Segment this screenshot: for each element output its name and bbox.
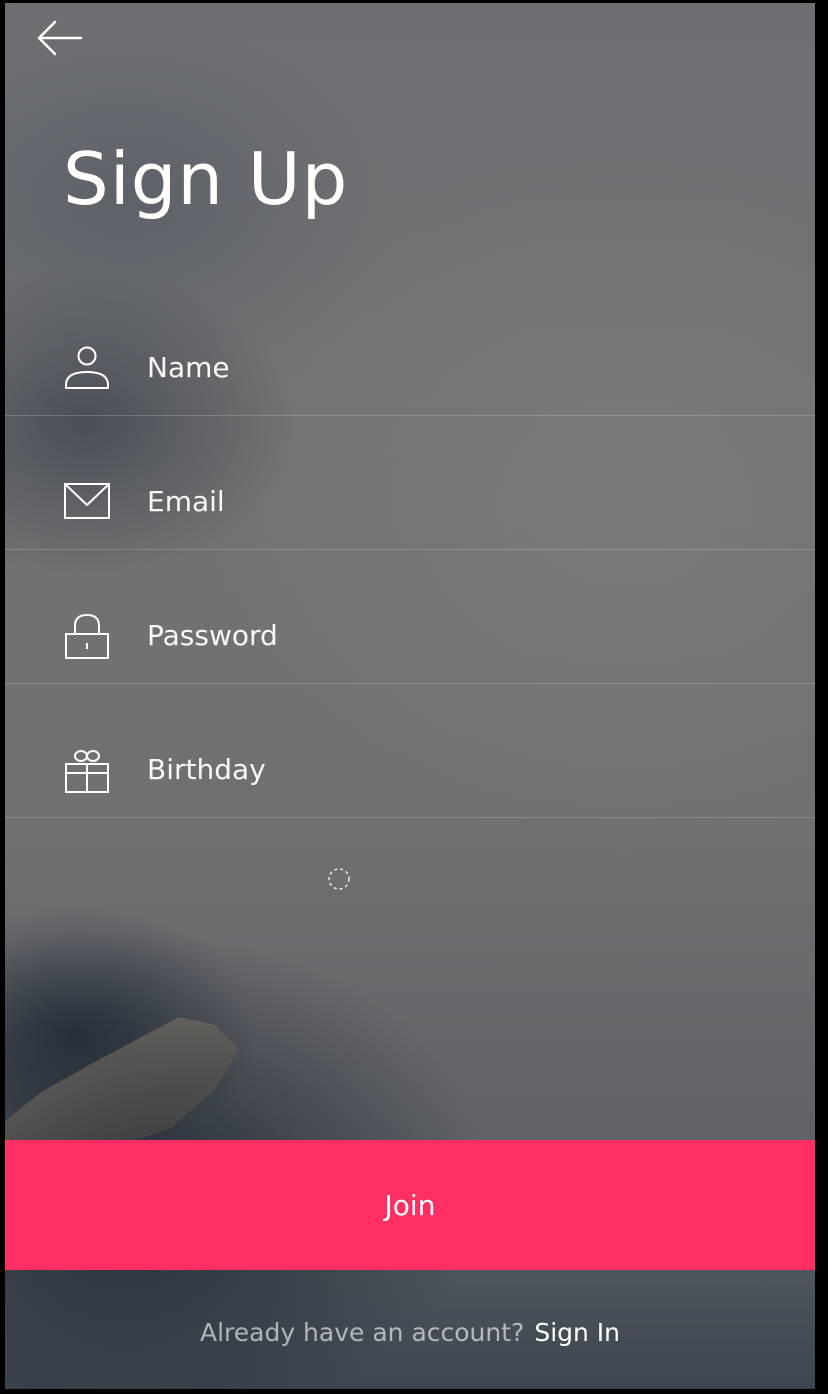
lock-icon (63, 612, 111, 660)
email-input[interactable] (147, 479, 767, 523)
envelope-icon (63, 478, 111, 526)
user-icon (63, 344, 111, 392)
sign-in-link[interactable]: Sign In (534, 1318, 620, 1347)
birthday-input[interactable] (147, 747, 767, 791)
sign-up-screen: Sign Up Name Email Birthday Join Already… (5, 3, 815, 1389)
password-row (5, 551, 815, 684)
arrow-left-icon (37, 20, 83, 56)
join-button[interactable]: Join (5, 1140, 815, 1270)
page-title: Sign Up (63, 137, 349, 221)
account-prompt: Already have an account? (199, 1318, 525, 1347)
name-input[interactable] (147, 345, 767, 389)
back-button[interactable] (33, 15, 93, 67)
footer: Already have an account? Sign In (5, 1313, 815, 1353)
gift-icon (63, 746, 111, 794)
email-row (5, 417, 815, 550)
password-input[interactable] (147, 613, 767, 657)
birthday-row (5, 685, 815, 818)
name-row (5, 283, 815, 416)
background-rock (5, 1017, 239, 1153)
loading-spinner-icon (327, 867, 351, 891)
